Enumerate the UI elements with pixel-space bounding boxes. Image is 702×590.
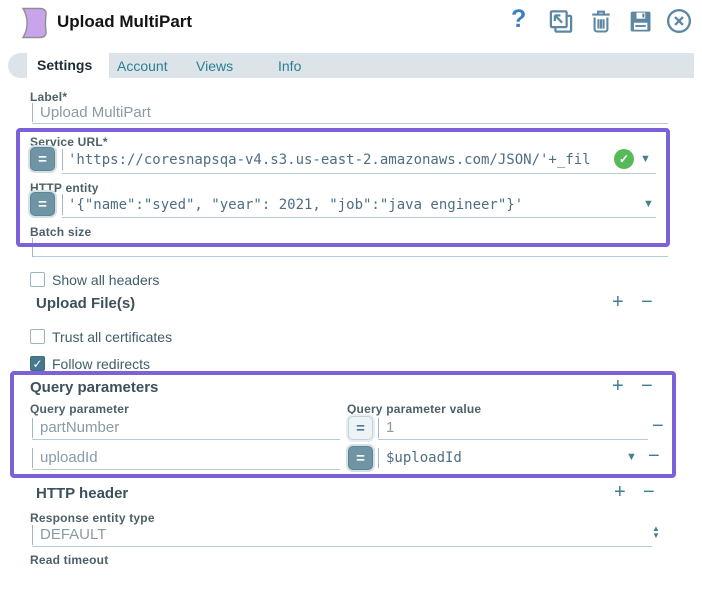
upload-files-add-button[interactable]: +: [612, 292, 624, 312]
label-input[interactable]: Upload MultiPart: [40, 104, 151, 121]
http-entity-expression-toggle[interactable]: =: [30, 192, 55, 216]
trust-all-certificates-label: Trust all certificates: [52, 329, 173, 345]
popout-icon[interactable]: [547, 8, 575, 35]
show-all-headers-label: Show all headers: [52, 272, 160, 288]
service-url-underline: [62, 173, 656, 174]
batch-size-label: Batch size: [30, 225, 92, 239]
batch-size-underline: [32, 256, 668, 257]
param-value-input-edge: [378, 418, 379, 438]
upload-files-remove-button[interactable]: −: [641, 292, 653, 312]
read-timeout-label: Read timeout: [30, 553, 109, 567]
param-name-underline: [32, 469, 340, 470]
http-entity-input-edge: [62, 194, 63, 215]
param-value-expression-toggle[interactable]: =: [348, 446, 373, 470]
http-entity-underline: [62, 217, 656, 218]
close-icon[interactable]: [665, 7, 693, 35]
param-value-input[interactable]: 1: [386, 419, 394, 436]
param-name-input[interactable]: uploadId: [40, 449, 98, 466]
follow-redirects-label: Follow redirects: [52, 356, 151, 372]
checkbox-check-icon: ✓: [32, 356, 43, 371]
trust-all-certificates-checkbox[interactable]: [30, 329, 45, 344]
snap-shape-icon: [21, 7, 47, 39]
service-url-input[interactable]: 'https://coresnapsqa-v4.s3.us-east-2.ama…: [68, 152, 614, 168]
param-value-input[interactable]: $uploadId: [386, 450, 616, 466]
batch-size-input-edge: [32, 238, 33, 257]
tab-info[interactable]: Info: [278, 58, 301, 74]
query-parameters-add-button[interactable]: +: [612, 376, 624, 396]
tab-bar: [8, 53, 694, 78]
show-all-headers-checkbox[interactable]: [30, 272, 45, 287]
param-name-input-edge: [32, 418, 33, 438]
label-field-label: Label*: [30, 90, 68, 104]
http-header-remove-button[interactable]: −: [643, 482, 655, 502]
tab-settings[interactable]: Settings: [37, 57, 92, 73]
dialog-title: Upload MultiPart: [57, 12, 193, 31]
service-url-dropdown-icon[interactable]: ▼: [640, 153, 651, 165]
param-value-expression-toggle[interactable]: =: [348, 416, 373, 440]
param-value-input-edge: [378, 448, 379, 468]
trash-icon[interactable]: [587, 7, 615, 35]
help-icon[interactable]: ?: [511, 5, 526, 34]
query-parameters-section-title: Query parameters: [30, 379, 159, 396]
response-entity-type-underline: [32, 546, 652, 547]
response-entity-type-label: Response entity type: [30, 511, 155, 525]
param-name-input[interactable]: partNumber: [40, 419, 119, 436]
response-entity-type-input-edge: [32, 525, 33, 545]
label-input-underline: [32, 123, 668, 124]
row-remove-button[interactable]: −: [652, 416, 664, 436]
param-name-underline: [32, 439, 340, 440]
param-value-dropdown-icon[interactable]: ▼: [626, 451, 637, 463]
valid-expression-badge: ✓: [614, 149, 634, 169]
service-url-input-edge: [62, 149, 63, 170]
query-parameters-remove-button[interactable]: −: [641, 376, 653, 396]
snap-settings-dialog: Upload MultiPart ? Settings Account View…: [0, 0, 702, 590]
upload-files-section-title: Upload File(s): [36, 295, 136, 312]
label-input-edge: [32, 103, 33, 122]
query-parameter-value-column-header: Query parameter value: [347, 402, 482, 416]
http-header-add-button[interactable]: +: [614, 482, 626, 502]
response-entity-type-spinner[interactable]: ▲ ▼: [652, 525, 660, 540]
param-name-input-edge: [32, 448, 33, 468]
http-header-section-title: HTTP header: [36, 485, 129, 502]
spinner-down-icon: ▼: [652, 531, 660, 540]
response-entity-type-select[interactable]: DEFAULT: [40, 526, 106, 543]
save-icon[interactable]: [626, 7, 654, 35]
highlight-box-request: [16, 128, 670, 247]
param-value-underline: [378, 439, 648, 440]
http-entity-input[interactable]: '{"name":"syed", "year": 2021, "job":"ja…: [68, 197, 628, 213]
http-entity-dropdown-icon[interactable]: ▼: [643, 198, 654, 210]
follow-redirects-checkbox[interactable]: ✓: [30, 356, 45, 371]
tab-views[interactable]: Views: [196, 58, 233, 74]
row-remove-button[interactable]: −: [648, 446, 660, 466]
service-url-expression-toggle[interactable]: =: [30, 147, 55, 171]
tab-account[interactable]: Account: [117, 58, 168, 74]
query-parameter-column-header: Query parameter: [30, 402, 130, 416]
